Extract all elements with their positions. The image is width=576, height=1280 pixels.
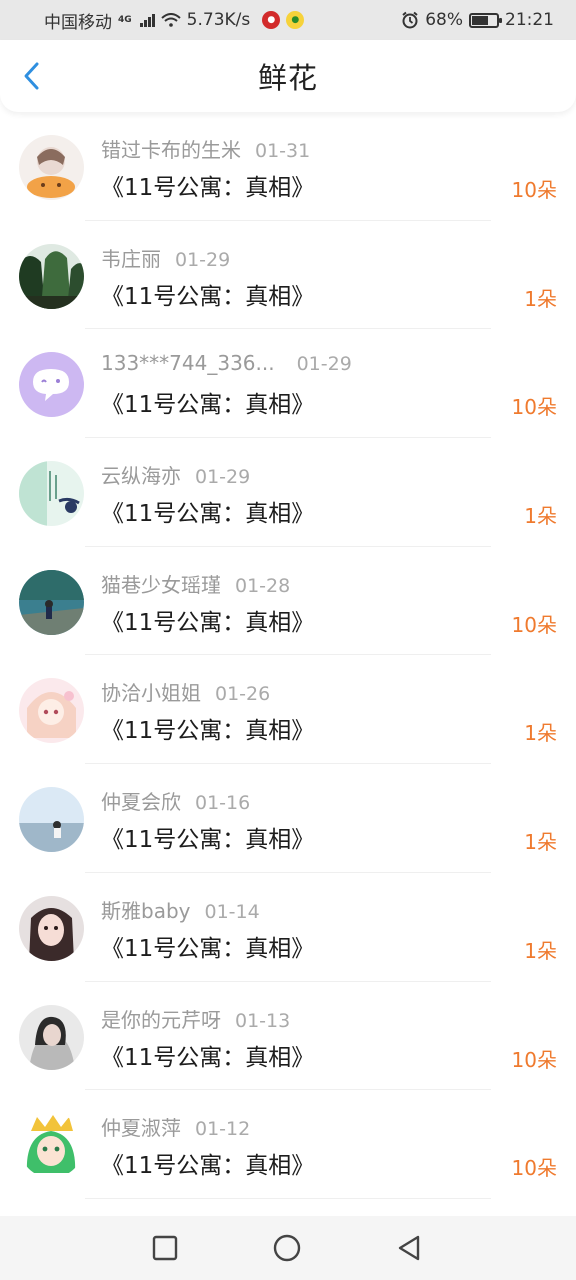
sender-name: 斯雅baby bbox=[101, 898, 191, 923]
sender-name: 错过卡布的生米 bbox=[101, 138, 241, 162]
gift-date: 01-31 bbox=[255, 140, 311, 162]
avatar[interactable] bbox=[19, 895, 84, 961]
flower-count: 1朵 bbox=[524, 721, 557, 746]
flower-count: 10朵 bbox=[511, 612, 557, 637]
list-item[interactable]: 133***744_336... 01-29 《11号公寓：真相》 10朵 bbox=[0, 329, 576, 439]
sender-name: 是你的元芹呀 bbox=[101, 1007, 221, 1032]
sender-name: 猫巷少女瑶瑾 bbox=[101, 572, 221, 597]
flower-count: 10朵 bbox=[511, 1156, 557, 1181]
system-nav-bar bbox=[0, 1216, 576, 1280]
home-button[interactable] bbox=[273, 1234, 301, 1262]
list-item[interactable]: 仲夏会欣 01-16 《11号公寓：真相》 1朵 bbox=[0, 764, 576, 873]
flower-count: 1朵 bbox=[524, 504, 557, 529]
status-bar: 中国移动 4G 5.73K/s ● ● 68% 21:21 bbox=[0, 0, 576, 40]
sender-info: 协洽小姐姐 01-26 bbox=[101, 677, 270, 706]
avatar[interactable] bbox=[19, 787, 84, 853]
gift-date: 01-26 bbox=[215, 683, 271, 706]
avatar[interactable] bbox=[19, 1113, 84, 1179]
sender-name: 韦庄丽 bbox=[101, 246, 161, 271]
book-title: 《11号公寓：真相》 bbox=[101, 501, 315, 528]
home-icon bbox=[273, 1234, 301, 1262]
sender-name: 仲夏会欣 bbox=[101, 790, 181, 815]
book-title: 《11号公寓：真相》 bbox=[101, 1153, 315, 1180]
network-type-label: 4G bbox=[118, 14, 132, 25]
flower-gift-list: 错过卡布的生米 01-31 《11号公寓：真相》 10朵 韦庄丽 01-29 《11… bbox=[0, 112, 576, 1199]
book-title: 《11号公寓：真相》 bbox=[101, 609, 315, 636]
recent-apps-button[interactable] bbox=[151, 1234, 179, 1262]
sender-info: 仲夏淑萍 01-12 bbox=[101, 1112, 250, 1141]
wifi-icon bbox=[160, 13, 181, 27]
battery-percent-label: 68% bbox=[425, 10, 463, 30]
sender-info: 斯雅baby 01-14 bbox=[101, 895, 260, 924]
flower-count: 10朵 bbox=[511, 395, 557, 420]
book-title: 《11号公寓：真相》 bbox=[101, 827, 315, 854]
book-title: 《11号公寓：真相》 bbox=[101, 283, 315, 310]
sender-info: 猫巷少女瑶瑾 01-28 bbox=[101, 569, 290, 598]
app-notification-icon: ● bbox=[262, 11, 281, 29]
flower-count: 1朵 bbox=[524, 830, 557, 855]
gift-date: 01-16 bbox=[195, 792, 251, 815]
battery-level-fill bbox=[472, 15, 489, 25]
gift-date: 01-29 bbox=[175, 248, 231, 271]
list-item[interactable]: 仲夏淑萍 01-12 《11号公寓：真相》 10朵 bbox=[0, 1090, 576, 1199]
sender-info: 云纵海亦 01-29 bbox=[101, 460, 250, 489]
alarm-icon bbox=[402, 11, 418, 29]
list-item[interactable]: 韦庄丽 01-29 《11号公寓：真相》 1朵 bbox=[0, 221, 576, 330]
sender-info: 仲夏会欣 01-16 bbox=[101, 786, 250, 815]
avatar[interactable] bbox=[19, 1004, 84, 1070]
gift-date: 01-29 bbox=[195, 466, 251, 489]
recent-apps-icon bbox=[152, 1235, 178, 1261]
avatar[interactable] bbox=[19, 352, 84, 418]
page-header: 鲜花 bbox=[0, 40, 576, 112]
divider bbox=[85, 1197, 491, 1199]
avatar[interactable] bbox=[19, 243, 84, 309]
book-title: 《11号公寓：真相》 bbox=[101, 392, 315, 419]
network-speed-label: 5.73K/s bbox=[186, 10, 251, 30]
avatar[interactable] bbox=[19, 461, 84, 527]
book-title: 《11号公寓：真相》 bbox=[101, 935, 315, 962]
page-title: 鲜花 bbox=[257, 61, 318, 95]
list-item[interactable]: 猫巷少女瑶瑾 01-28 《11号公寓：真相》 10朵 bbox=[0, 547, 576, 656]
flower-count: 10朵 bbox=[511, 178, 557, 202]
chat-notification-icon: ● bbox=[286, 11, 305, 29]
gift-date: 01-29 bbox=[296, 353, 352, 376]
avatar[interactable] bbox=[19, 135, 84, 200]
back-button[interactable] bbox=[18, 62, 46, 90]
book-title: 《11号公寓：真相》 bbox=[101, 175, 315, 201]
avatar[interactable] bbox=[19, 678, 84, 744]
gift-date: 01-12 bbox=[195, 1118, 251, 1141]
sender-info: 133***744_336... 01-29 bbox=[101, 351, 352, 375]
carrier-label: 中国移动 bbox=[44, 12, 112, 33]
list-item[interactable]: 是你的元芹呀 01-13 《11号公寓：真相》 10朵 bbox=[0, 982, 576, 1091]
flower-count: 1朵 bbox=[524, 938, 557, 963]
sender-name: 133***744_336... bbox=[101, 351, 275, 376]
sender-info: 错过卡布的生米 01-31 bbox=[101, 134, 310, 163]
sender-info: 是你的元芹呀 01-13 bbox=[101, 1004, 290, 1033]
gift-date: 01-13 bbox=[235, 1009, 291, 1032]
list-item[interactable]: 错过卡布的生米 01-31 《11号公寓：真相》 10朵 bbox=[0, 112, 576, 221]
list-item[interactable]: 协洽小姐姐 01-26 《11号公寓：真相》 1朵 bbox=[0, 655, 576, 765]
sender-name: 仲夏淑萍 bbox=[101, 1116, 181, 1141]
avatar[interactable] bbox=[19, 569, 84, 635]
signal-icon bbox=[139, 13, 155, 27]
sender-info: 韦庄丽 01-29 bbox=[101, 243, 230, 272]
sender-name: 云纵海亦 bbox=[101, 464, 181, 489]
flower-count: 1朵 bbox=[524, 286, 557, 311]
back-nav-button[interactable] bbox=[395, 1234, 423, 1262]
book-title: 《11号公寓：真相》 bbox=[101, 718, 315, 745]
gift-date: 01-28 bbox=[235, 574, 291, 597]
chevron-left-icon bbox=[24, 62, 39, 90]
battery-icon bbox=[469, 12, 502, 28]
clock-label: 21:21 bbox=[505, 10, 554, 30]
sender-name: 协洽小姐姐 bbox=[101, 681, 201, 706]
gift-date: 01-14 bbox=[204, 900, 260, 923]
book-title: 《11号公寓：真相》 bbox=[101, 1044, 315, 1071]
list-item[interactable]: 斯雅baby 01-14 《11号公寓：真相》 1朵 bbox=[0, 873, 576, 982]
back-triangle-icon bbox=[398, 1235, 420, 1261]
flower-count: 10朵 bbox=[511, 1047, 557, 1072]
list-item[interactable]: 云纵海亦 01-29 《11号公寓：真相》 1朵 bbox=[0, 438, 576, 547]
